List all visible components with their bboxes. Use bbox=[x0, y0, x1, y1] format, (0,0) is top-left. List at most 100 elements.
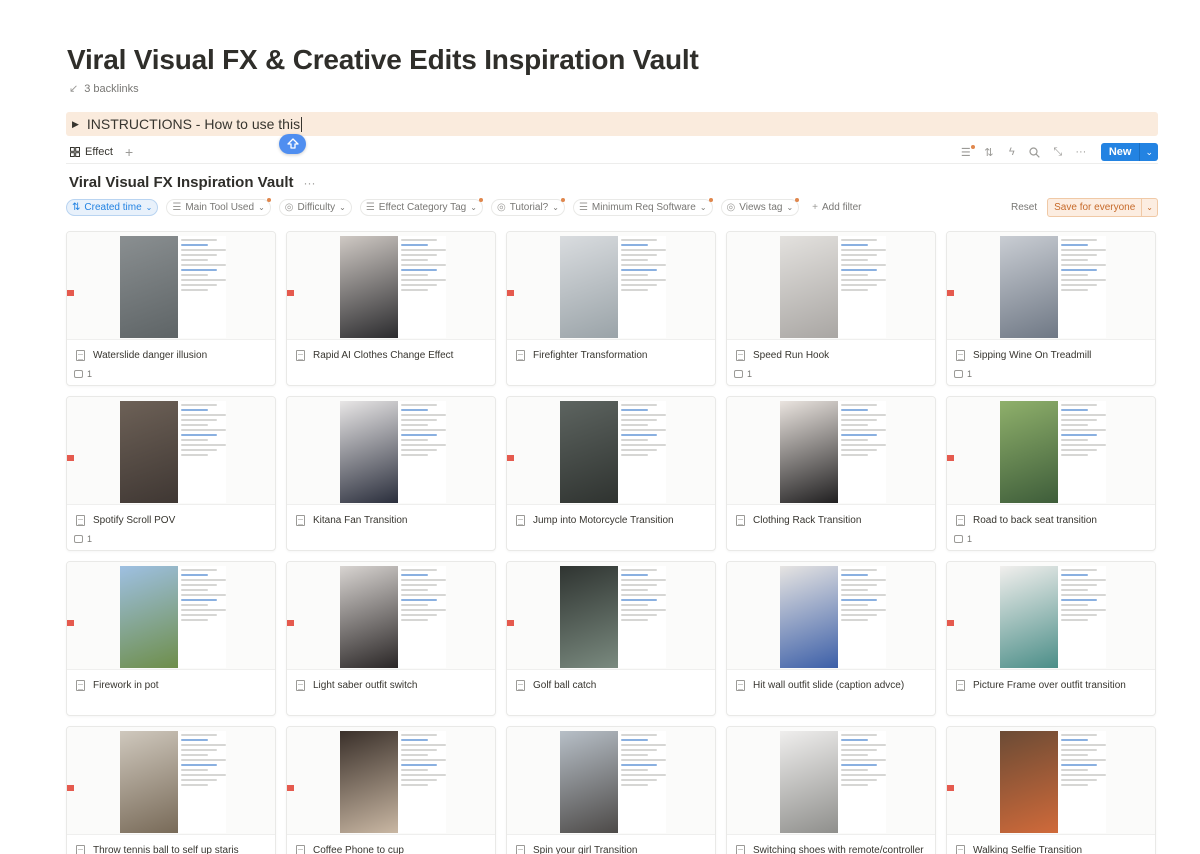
post-photo bbox=[1000, 566, 1058, 668]
search-icon[interactable] bbox=[1028, 145, 1042, 159]
card-title[interactable]: Speed Run Hook bbox=[727, 340, 935, 361]
post-caption-lines bbox=[181, 401, 226, 503]
divider bbox=[66, 163, 1158, 164]
chevron-down-icon[interactable]: ⌄ bbox=[1141, 198, 1157, 216]
comment-count[interactable]: 1 bbox=[954, 369, 972, 379]
automation-bolt-icon[interactable]: ϟ bbox=[1005, 145, 1019, 159]
card-title[interactable]: Firefighter Transformation bbox=[507, 340, 715, 361]
gallery-card[interactable]: Picture Frame over outfit transition bbox=[946, 561, 1156, 716]
comment-count[interactable]: 1 bbox=[74, 369, 92, 379]
card-title[interactable]: Throw tennis ball to self up staris bbox=[67, 835, 275, 854]
card-title[interactable]: Firework in pot bbox=[67, 670, 275, 691]
card-title[interactable]: Clothing Rack Transition bbox=[727, 505, 935, 526]
toggle-triangle-icon[interactable]: ▶ bbox=[72, 119, 79, 130]
instagram-post-screenshot bbox=[120, 566, 226, 668]
comment-count-text: 1 bbox=[87, 369, 93, 379]
card-title[interactable]: Walking Selfie Transition bbox=[947, 835, 1155, 854]
card-cover-image bbox=[947, 562, 1155, 670]
card-title[interactable]: Rapid AI Clothes Change Effect bbox=[287, 340, 495, 361]
instagram-post-screenshot bbox=[780, 566, 886, 668]
add-view-icon[interactable]: + bbox=[125, 144, 133, 160]
comment-count[interactable]: 1 bbox=[74, 534, 92, 544]
gallery-card[interactable]: Coffee Phone to cup bbox=[286, 726, 496, 854]
card-title[interactable]: Golf ball catch bbox=[507, 670, 715, 691]
gallery-card[interactable]: Kitana Fan Transition bbox=[286, 396, 496, 551]
gallery-card[interactable]: Spotify Scroll POV 1 bbox=[66, 396, 276, 551]
gallery-card[interactable]: Firework in pot bbox=[66, 561, 276, 716]
post-caption-lines bbox=[181, 566, 226, 668]
filter-chip-views-tag[interactable]: ◎ Views tag ⌄ bbox=[720, 197, 800, 216]
gallery-card[interactable]: Road to back seat transition 1 bbox=[946, 396, 1156, 551]
card-title[interactable]: Sipping Wine On Treadmill bbox=[947, 340, 1155, 361]
card-cover-image bbox=[727, 397, 935, 505]
gallery-card[interactable]: Rapid AI Clothes Change Effect bbox=[286, 231, 496, 386]
database-title-text[interactable]: Viral Visual FX Inspiration Vault bbox=[69, 174, 294, 191]
gallery-card[interactable]: Throw tennis ball to self up staris bbox=[66, 726, 276, 854]
card-title[interactable]: Spotify Scroll POV bbox=[67, 505, 275, 526]
filter-chip-label: Tutorial? bbox=[509, 201, 549, 213]
card-title-text: Clothing Rack Transition bbox=[753, 515, 862, 526]
new-button[interactable]: New ⌄ bbox=[1100, 143, 1158, 161]
card-title[interactable]: Switching shoes with remote/controller bbox=[727, 835, 935, 854]
post-caption-lines bbox=[1061, 566, 1106, 668]
backlink-arrow-icon: ↙ bbox=[69, 83, 79, 95]
card-cover-image bbox=[727, 562, 935, 670]
database-title: Viral Visual FX Inspiration Vault ··· bbox=[69, 174, 316, 191]
card-title[interactable]: Spin your girl Transition bbox=[507, 835, 715, 854]
gallery-card[interactable]: Firefighter Transformation bbox=[506, 231, 716, 386]
gallery-card[interactable]: Switching shoes with remote/controller bbox=[726, 726, 936, 854]
comment-count[interactable]: 1 bbox=[734, 369, 752, 379]
reset-button[interactable]: Reset bbox=[1011, 202, 1037, 213]
tab-effect[interactable]: Effect bbox=[66, 144, 117, 160]
gallery-card[interactable]: Waterslide danger illusion 1 bbox=[66, 231, 276, 386]
instagram-post-screenshot bbox=[560, 731, 666, 833]
card-title[interactable]: Jump into Motorcycle Transition bbox=[507, 505, 715, 526]
filter-chip-label: Main Tool Used bbox=[185, 201, 255, 213]
filter-chip-effect-category[interactable]: ☰ Effect Category Tag ⌄ bbox=[359, 197, 484, 216]
post-photo bbox=[1000, 401, 1058, 503]
chevron-down-icon[interactable]: ⌄ bbox=[1139, 143, 1158, 161]
gallery-card[interactable]: Walking Selfie Transition bbox=[946, 726, 1156, 854]
gallery-card[interactable]: Jump into Motorcycle Transition bbox=[506, 396, 716, 551]
instructions-toggle[interactable]: ▶ INSTRUCTIONS - How to use this bbox=[66, 112, 1158, 136]
gallery-card[interactable]: Light saber outfit switch bbox=[286, 561, 496, 716]
sort-chip-created-time[interactable]: ⇅ Created time ⌄ bbox=[66, 198, 159, 216]
gallery-card[interactable]: Clothing Rack Transition bbox=[726, 396, 936, 551]
card-title[interactable]: Coffee Phone to cup bbox=[287, 835, 495, 854]
new-button-label[interactable]: New bbox=[1100, 143, 1140, 161]
post-photo bbox=[560, 236, 618, 338]
add-filter-button[interactable]: + Add filter bbox=[807, 199, 866, 216]
gallery-card[interactable]: Spin your girl Transition bbox=[506, 726, 716, 854]
filter-icon[interactable]: ☰ bbox=[959, 145, 975, 159]
backlinks[interactable]: ↙ 3 backlinks bbox=[69, 82, 139, 96]
save-for-everyone-button[interactable]: Save for everyone ⌄ bbox=[1047, 197, 1158, 217]
card-title[interactable]: Waterslide danger illusion bbox=[67, 340, 275, 361]
filter-chip-min-software[interactable]: ☰ Minimum Req Software ⌄ bbox=[572, 197, 713, 216]
card-title[interactable]: Picture Frame over outfit transition bbox=[947, 670, 1155, 691]
card-title[interactable]: Hit wall outfit slide (caption advce) bbox=[727, 670, 935, 691]
card-title-text: Waterslide danger illusion bbox=[93, 350, 208, 361]
gallery-card[interactable]: Speed Run Hook 1 bbox=[726, 231, 936, 386]
gallery-card[interactable]: Golf ball catch bbox=[506, 561, 716, 716]
comment-count[interactable]: 1 bbox=[954, 534, 972, 544]
card-title[interactable]: Kitana Fan Transition bbox=[287, 505, 495, 526]
card-title[interactable]: Road to back seat transition bbox=[947, 505, 1155, 526]
card-cover-image bbox=[727, 727, 935, 835]
gallery-card[interactable]: Hit wall outfit slide (caption advce) bbox=[726, 561, 936, 716]
database-more-icon[interactable]: ··· bbox=[304, 176, 316, 190]
sort-icon[interactable]: ⇅ bbox=[982, 145, 996, 159]
post-photo bbox=[780, 236, 838, 338]
card-cover-image bbox=[287, 397, 495, 505]
page-icon bbox=[516, 680, 525, 691]
filter-chip-main-tool[interactable]: ☰ Main Tool Used ⌄ bbox=[166, 197, 272, 216]
comment-count-text: 1 bbox=[967, 369, 973, 379]
filter-chip-difficulty[interactable]: ◎ Difficulty ⌄ bbox=[278, 198, 352, 216]
gallery-card[interactable]: Sipping Wine On Treadmill 1 bbox=[946, 231, 1156, 386]
page-icon bbox=[516, 845, 525, 854]
expand-icon[interactable]: ⤡ bbox=[1051, 145, 1065, 159]
post-caption-lines bbox=[841, 566, 886, 668]
save-button-label[interactable]: Save for everyone bbox=[1048, 199, 1141, 216]
card-title[interactable]: Light saber outfit switch bbox=[287, 670, 495, 691]
more-options-icon[interactable]: ··· bbox=[1074, 145, 1088, 159]
filter-chip-tutorial[interactable]: ◎ Tutorial? ⌄ bbox=[490, 197, 565, 216]
